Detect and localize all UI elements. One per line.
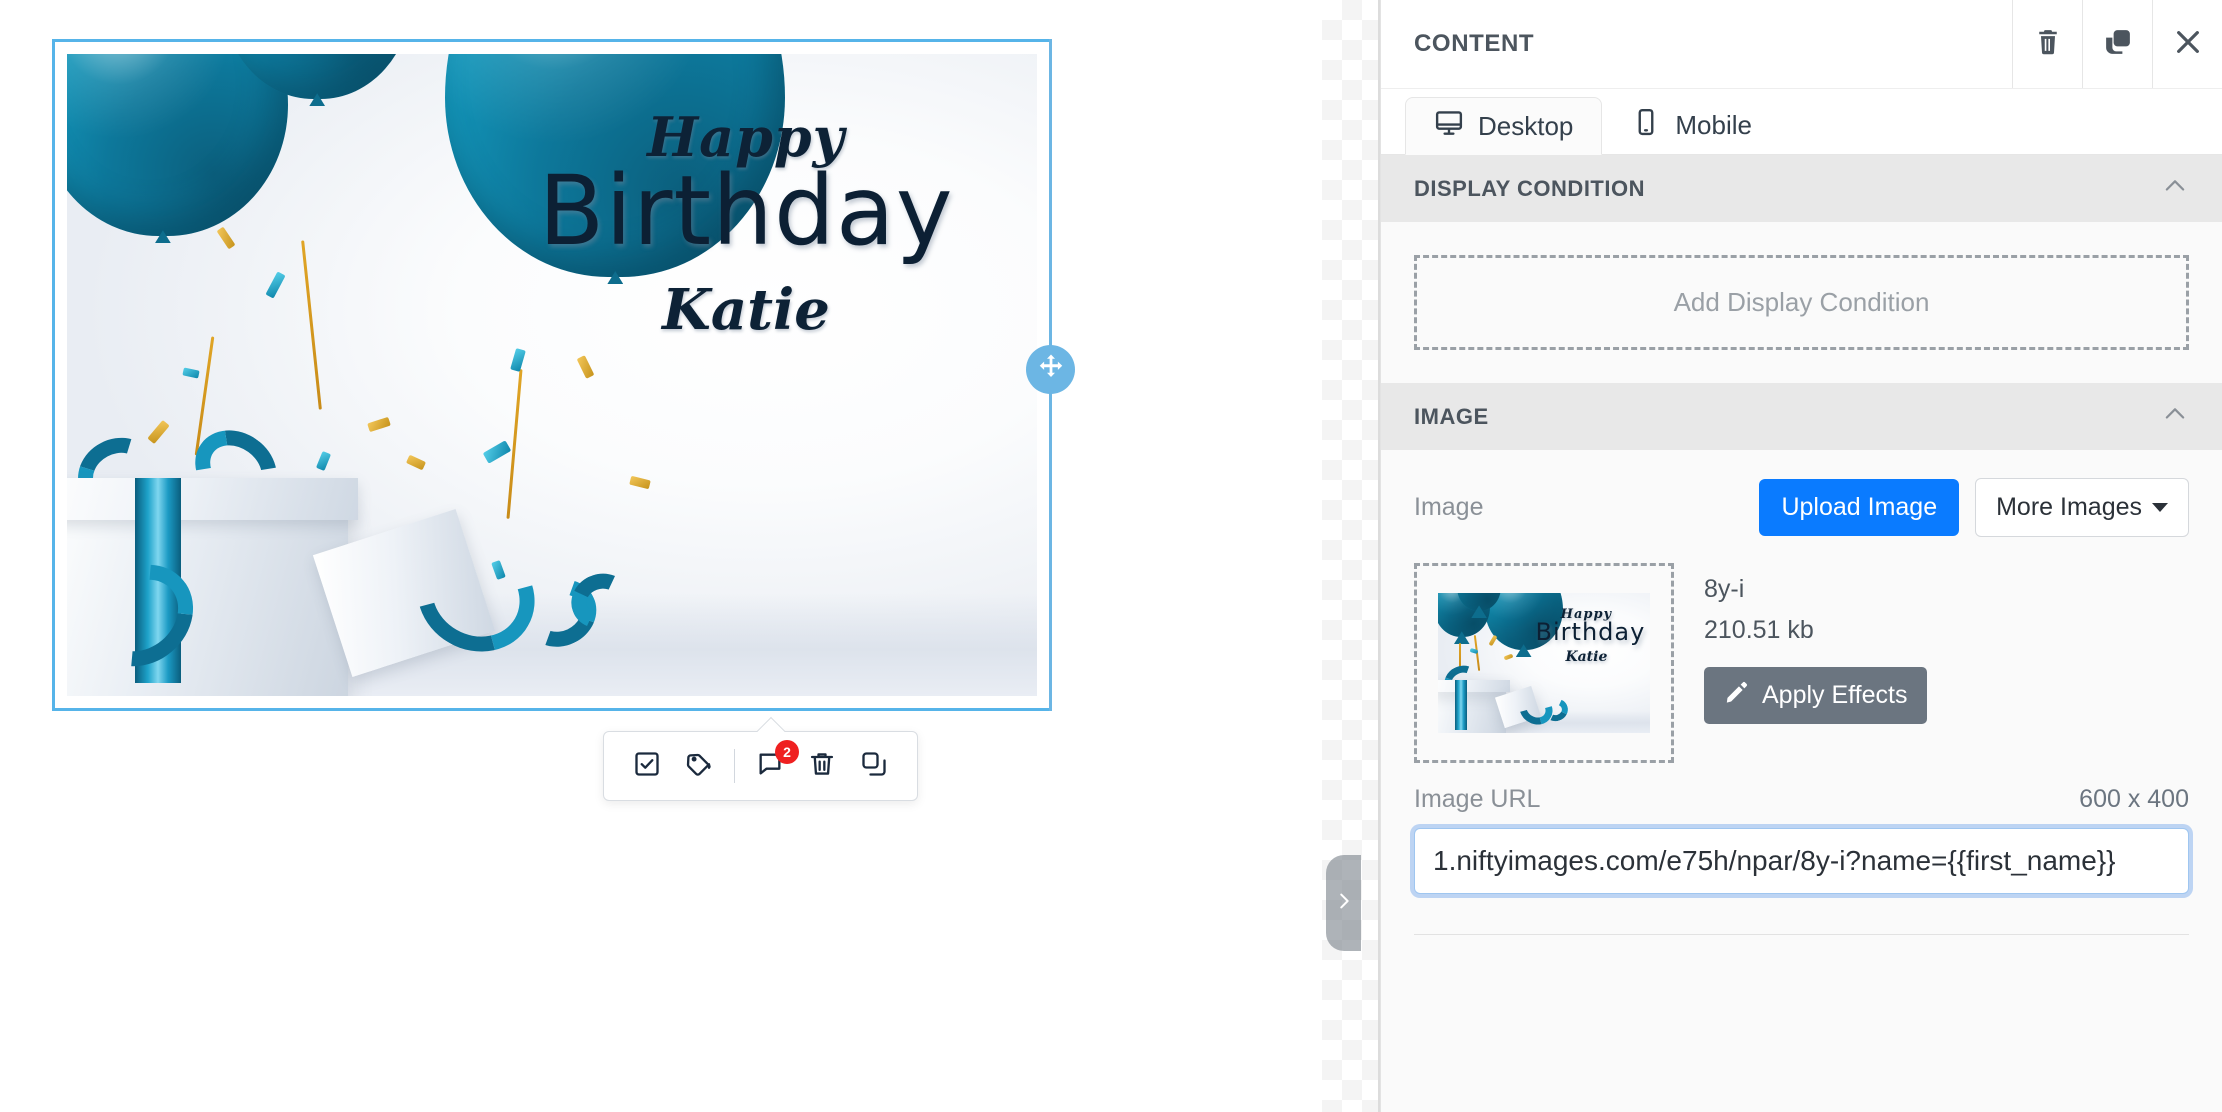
tag-button[interactable]	[682, 749, 716, 783]
balloon-string-2	[300, 240, 322, 410]
section-body-display-condition: Add Display Condition	[1381, 255, 2222, 350]
delete-block-button[interactable]	[2012, 0, 2082, 88]
panel-header: CONTENT	[1381, 0, 2222, 89]
duplicate-icon	[860, 750, 888, 783]
copy-icon	[2103, 27, 2133, 62]
toggle-select-button[interactable]	[630, 749, 664, 783]
close-icon	[2172, 26, 2204, 63]
chevron-right-icon	[1333, 884, 1355, 923]
trash-icon	[808, 750, 836, 783]
pencil-icon	[1724, 679, 1750, 712]
apply-effects-label: Apply Effects	[1762, 681, 1908, 709]
checkbox-icon	[633, 750, 661, 783]
confetti-4	[147, 419, 170, 445]
upload-image-button[interactable]: Upload Image	[1759, 479, 1960, 536]
card-text-block: Happy Birthday Katie	[513, 105, 979, 343]
tab-mobile-label: Mobile	[1675, 109, 1752, 140]
toolbar-divider	[734, 749, 735, 783]
app-root: Happy Birthday Katie 2 CONTENT Desktop M…	[0, 0, 2222, 1112]
section-title-image: IMAGE	[1414, 403, 1489, 429]
thumb-confetti-2	[1469, 647, 1479, 655]
balloon-medium	[67, 54, 288, 237]
confetti-5	[366, 416, 391, 433]
confetti-9	[510, 348, 527, 373]
image-file-name: 8y-i	[1704, 575, 1745, 603]
apply-effects-button[interactable]: Apply Effects	[1704, 667, 1928, 724]
panel-title: CONTENT	[1414, 30, 1535, 57]
image-upload-row: Image Upload Image More Images	[1381, 450, 2222, 543]
more-images-label: More Images	[1996, 493, 2142, 521]
thumb-recipient: Katie	[1565, 649, 1608, 665]
desktop-icon	[1434, 108, 1464, 145]
add-display-condition-button[interactable]: Add Display Condition	[1414, 255, 2189, 350]
comments-button[interactable]: 2	[753, 740, 799, 783]
comments-badge: 2	[775, 740, 799, 764]
chevron-up-icon	[2161, 172, 2189, 206]
section-header-image[interactable]: IMAGE	[1381, 383, 2222, 450]
more-images-button[interactable]: More Images	[1975, 478, 2189, 537]
duplicate-block-button[interactable]	[2082, 0, 2152, 88]
image-metadata: 8y-i 210.51 kb Apply Effects	[1704, 563, 1928, 763]
selected-image-element[interactable]: Happy Birthday Katie	[52, 39, 1052, 711]
panel-divider	[1414, 934, 2189, 935]
thumb-text-block: Happy Birthday Katie	[1535, 607, 1646, 665]
collapse-panel-tab[interactable]	[1326, 855, 1361, 951]
confetti-10	[576, 354, 595, 379]
thumb-ribbon	[1454, 679, 1467, 730]
close-panel-button[interactable]	[2152, 0, 2222, 88]
image-detail-row: Happy Birthday Katie 8y-i 210.51 kb Appl…	[1381, 543, 2222, 763]
chevron-up-icon	[2161, 400, 2189, 434]
mobile-icon	[1631, 107, 1661, 144]
section-header-display-condition[interactable]: DISPLAY CONDITION	[1381, 155, 2222, 222]
image-url-row: Image URL 600 x 400	[1381, 763, 2222, 814]
tab-desktop-label: Desktop	[1478, 110, 1574, 141]
card-recipient: Katie	[662, 277, 830, 344]
tab-desktop[interactable]: Desktop	[1405, 97, 1603, 155]
confetti-2	[216, 226, 236, 250]
thumb-gift-lid	[1438, 679, 1510, 692]
confetti-1	[265, 271, 286, 299]
thumb-gift-box	[1438, 685, 1506, 733]
move-icon	[1036, 352, 1066, 387]
image-field-label: Image	[1414, 493, 1484, 521]
image-thumbnail: Happy Birthday Katie	[1438, 593, 1650, 733]
thumb-occasion: Birthday	[1535, 618, 1646, 646]
gift-box-lid	[67, 477, 359, 520]
thumb-confetti-1	[1488, 634, 1498, 647]
confetti-11	[628, 475, 651, 490]
image-url-input[interactable]	[1414, 828, 2189, 894]
birthday-card-artwork: Happy Birthday Katie	[67, 54, 1037, 696]
element-toolbar[interactable]: 2	[603, 716, 918, 801]
email-canvas[interactable]: Happy Birthday Katie 2	[0, 0, 1322, 1112]
move-handle[interactable]	[1026, 345, 1075, 394]
section-body-image: Image Upload Image More Images Happy Bir…	[1381, 450, 2222, 935]
duplicate-element-button[interactable]	[857, 749, 891, 783]
chevron-down-icon	[2152, 503, 2168, 512]
confetti-7	[405, 455, 426, 471]
tab-mobile[interactable]: Mobile	[1602, 96, 1781, 154]
balloon-string-3	[506, 368, 523, 519]
thumbnail-artwork: Happy Birthday Katie	[1438, 593, 1650, 733]
image-dimensions: 600 x 400	[2079, 785, 2189, 813]
image-dropzone[interactable]: Happy Birthday Katie	[1414, 563, 1674, 763]
image-file-size: 210.51 kb	[1704, 616, 1814, 644]
image-url-input-wrap	[1381, 814, 2222, 894]
content-settings-panel: CONTENT Desktop Mobile DISPLAY CONDITION…	[1380, 0, 2222, 1112]
card-occasion: Birthday	[538, 155, 954, 268]
delete-element-button[interactable]	[805, 749, 839, 783]
tag-icon	[685, 750, 713, 783]
image-url-label: Image URL	[1414, 785, 1541, 813]
trash-icon	[2033, 27, 2063, 62]
section-title-display-condition: DISPLAY CONDITION	[1414, 175, 1645, 201]
thumb-confetti-3	[1503, 653, 1514, 661]
add-display-condition-label: Add Display Condition	[1673, 287, 1930, 317]
confetti-3	[182, 367, 201, 379]
device-tabs: Desktop Mobile	[1381, 89, 2222, 155]
confetti-8	[482, 439, 512, 464]
confetti-6	[316, 451, 332, 472]
